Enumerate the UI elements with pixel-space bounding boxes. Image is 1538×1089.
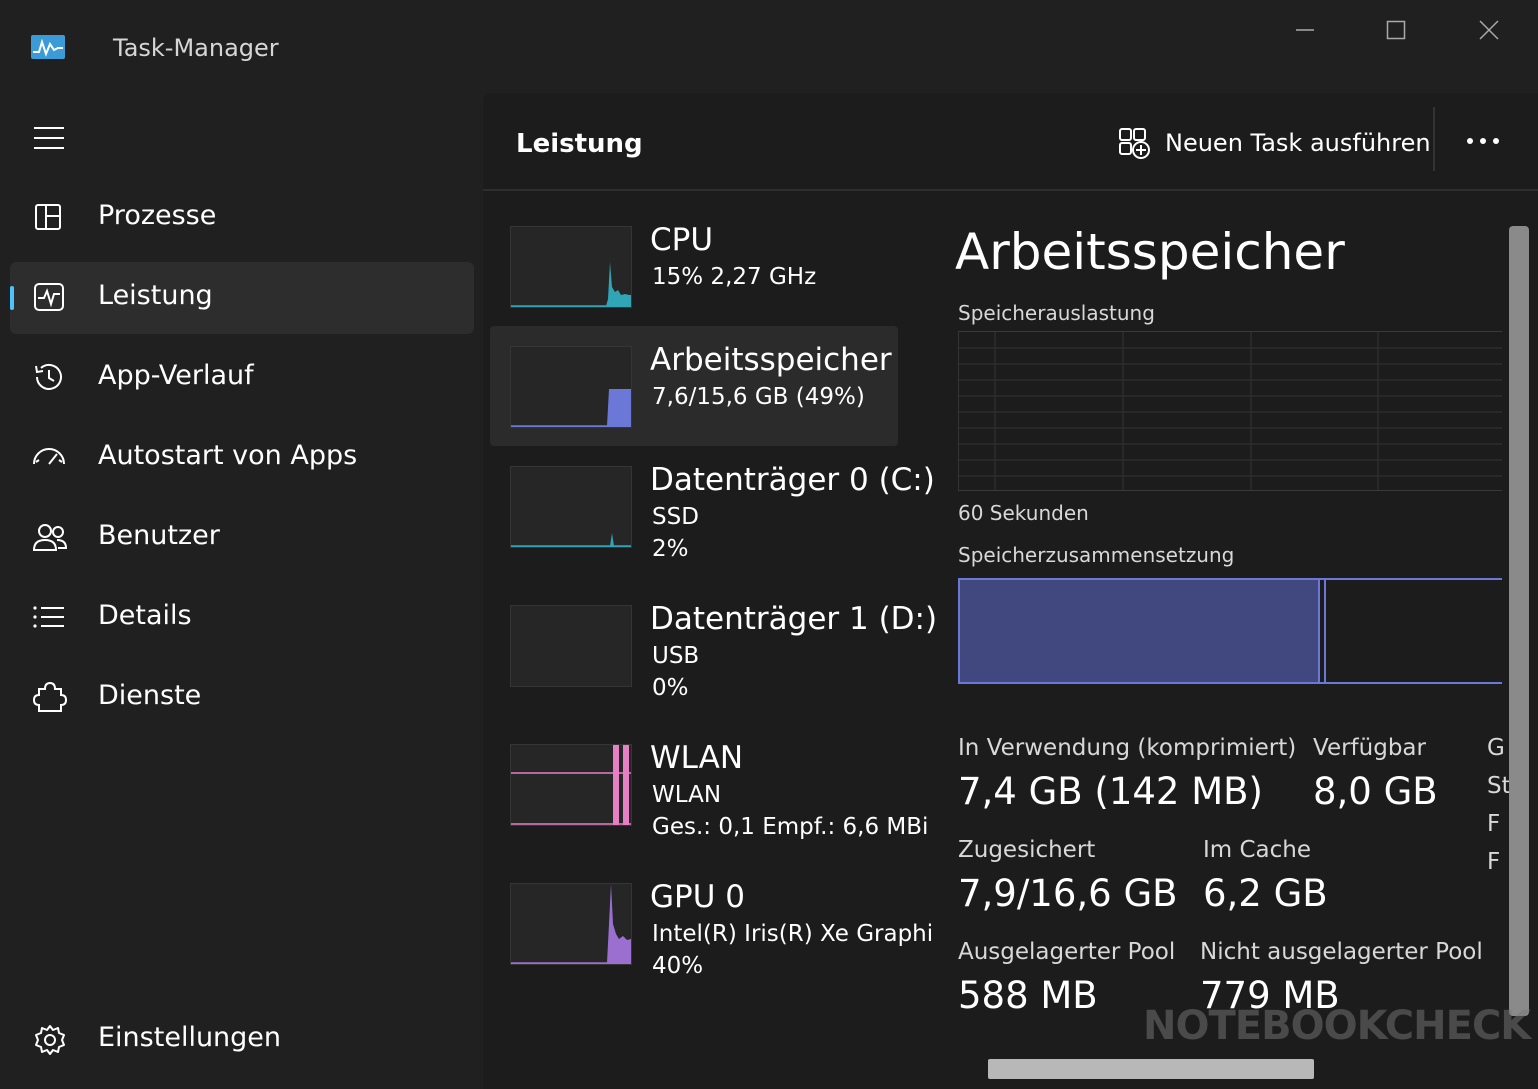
sidebar-item-prozesse[interactable]: Prozesse xyxy=(10,182,474,254)
cpu-thumbnail xyxy=(510,226,632,308)
device-name: GPU 0 xyxy=(650,879,745,915)
device-detail: 7,6/15,6 GB (49%) xyxy=(652,384,865,410)
disk0-thumbnail xyxy=(510,466,632,548)
sidebar-item-einstellungen[interactable]: Einstellungen xyxy=(10,1004,474,1076)
sidebar-item-label: App-Verlauf xyxy=(98,360,254,391)
wlan-thumbnail xyxy=(510,744,632,826)
cutoff-label: G xyxy=(1487,735,1505,761)
stat-value: 6,2 GB xyxy=(1203,872,1328,915)
minimize-button[interactable] xyxy=(1285,14,1325,46)
composition-label: Speicherzusammensetzung xyxy=(958,543,1235,567)
stat-value: 7,9/16,6 GB xyxy=(958,872,1178,915)
device-item-disk-0[interactable]: Datenträger 0 (C:) SSD 2% xyxy=(490,446,935,566)
device-detail: SSD xyxy=(652,504,699,530)
close-button[interactable] xyxy=(1469,14,1509,46)
device-item-cpu[interactable]: CPU 15% 2,27 GHz xyxy=(490,206,898,326)
task-manager-icon xyxy=(30,34,66,60)
gpu-thumbnail xyxy=(510,883,632,965)
sidebar-item-label: Benutzer xyxy=(98,520,220,551)
composition-in-use xyxy=(960,580,1318,682)
sidebar-item-app-verlauf[interactable]: App-Verlauf xyxy=(10,342,474,414)
detail-title: Arbeitsspeicher xyxy=(955,223,1345,281)
stat-value: 8,0 GB xyxy=(1313,770,1438,813)
device-detail: WLAN xyxy=(652,782,722,808)
performance-panel: Leistung Neuen Task ausführen CPU 15% 2,… xyxy=(483,93,1538,1089)
horizontal-scrollbar[interactable] xyxy=(988,1059,1314,1079)
list-icon xyxy=(30,600,70,636)
stat-label: Nicht ausgelagerter Pool xyxy=(1200,939,1483,965)
sidebar-item-dienste[interactable]: Dienste xyxy=(10,662,474,734)
users-icon xyxy=(30,520,70,556)
sidebar-item-autostart[interactable]: Autostart von Apps xyxy=(10,422,474,494)
speedometer-icon xyxy=(30,440,70,476)
device-detail: USB xyxy=(652,643,700,669)
stat-label: Ausgelagerter Pool xyxy=(958,939,1176,965)
sidebar-item-label: Dienste xyxy=(98,680,202,711)
more-button[interactable] xyxy=(1463,121,1503,161)
new-task-label: Neuen Task ausführen xyxy=(1165,129,1431,157)
sidebar-item-label: Autostart von Apps xyxy=(98,440,358,471)
device-name: Arbeitsspeicher xyxy=(650,342,892,378)
sidebar-item-label: Leistung xyxy=(98,280,213,311)
stat-label: In Verwendung (komprimiert) xyxy=(958,735,1297,761)
stat-value: 7,4 GB (142 MB) xyxy=(958,770,1263,813)
disk1-thumbnail xyxy=(510,605,632,687)
close-icon xyxy=(1479,20,1499,40)
device-detail: Ges.: 0,1 Empf.: 6,6 MBi xyxy=(652,814,929,840)
cutoff-label: F xyxy=(1487,849,1501,875)
device-detail: 0% xyxy=(652,675,689,701)
history-icon xyxy=(30,360,70,396)
sidebar-item-label: Details xyxy=(98,600,192,631)
window-title: Task-Manager xyxy=(113,34,279,62)
maximize-button[interactable] xyxy=(1376,14,1416,46)
usage-graph-label: Speicherauslastung xyxy=(958,301,1155,325)
stat-label: Im Cache xyxy=(1203,837,1312,863)
cutoff-label: F xyxy=(1487,811,1501,837)
new-task-button[interactable]: Neuen Task ausführen xyxy=(1117,123,1431,163)
watermark-logo: NOTEBOOKCHECK xyxy=(1143,1003,1531,1049)
composition-modified xyxy=(1318,580,1326,682)
active-indicator xyxy=(10,286,14,310)
device-detail: 40% xyxy=(652,953,704,979)
device-name: WLAN xyxy=(650,740,744,776)
stat-value: 588 MB xyxy=(958,974,1098,1017)
maximize-icon xyxy=(1386,20,1406,40)
memory-usage-graph xyxy=(958,331,1502,491)
memory-composition-bar xyxy=(958,578,1502,684)
memory-thumbnail xyxy=(510,346,632,428)
sidebar-item-benutzer[interactable]: Benutzer xyxy=(10,502,474,574)
device-name: Datenträger 1 (D:) xyxy=(650,601,938,637)
device-name: Datenträger 0 (C:) xyxy=(650,462,935,498)
minimize-icon xyxy=(1296,29,1314,31)
toolbar-divider xyxy=(1433,107,1435,171)
device-name: CPU xyxy=(650,222,714,258)
more-icon xyxy=(1467,138,1499,144)
performance-icon xyxy=(30,280,70,316)
gear-icon xyxy=(30,1022,70,1058)
vertical-scrollbar[interactable] xyxy=(1509,226,1529,1016)
device-item-gpu[interactable]: GPU 0 Intel(R) Iris(R) Xe Graphi 40% xyxy=(490,863,933,983)
processes-icon xyxy=(30,200,70,236)
puzzle-icon xyxy=(30,680,70,716)
hamburger-icon xyxy=(34,127,64,149)
sidebar-item-leistung[interactable]: Leistung xyxy=(10,262,474,334)
device-detail: 2% xyxy=(652,536,689,562)
device-item-disk-1[interactable]: Datenträger 1 (D:) USB 0% xyxy=(490,585,937,705)
device-detail: 15% 2,27 GHz xyxy=(652,264,817,290)
new-task-icon xyxy=(1119,128,1150,159)
time-span-label: 60 Sekunden xyxy=(958,501,1089,525)
device-detail: Intel(R) Iris(R) Xe Graphi xyxy=(652,921,934,947)
sidebar-item-label: Prozesse xyxy=(98,200,217,231)
stat-label: Zugesichert xyxy=(958,837,1096,863)
sidebar-item-label: Einstellungen xyxy=(98,1022,282,1053)
device-item-memory[interactable]: Arbeitsspeicher 7,6/15,6 GB (49%) xyxy=(490,326,898,446)
sidebar-item-details[interactable]: Details xyxy=(10,582,474,654)
header-divider xyxy=(483,189,1538,191)
menu-button[interactable] xyxy=(30,120,70,156)
device-item-wlan[interactable]: WLAN WLAN Ges.: 0,1 Empf.: 6,6 MBi xyxy=(490,724,928,844)
stat-label: Verfügbar xyxy=(1313,735,1426,761)
cutoff-label: St xyxy=(1487,773,1511,799)
page-title: Leistung xyxy=(516,129,643,159)
